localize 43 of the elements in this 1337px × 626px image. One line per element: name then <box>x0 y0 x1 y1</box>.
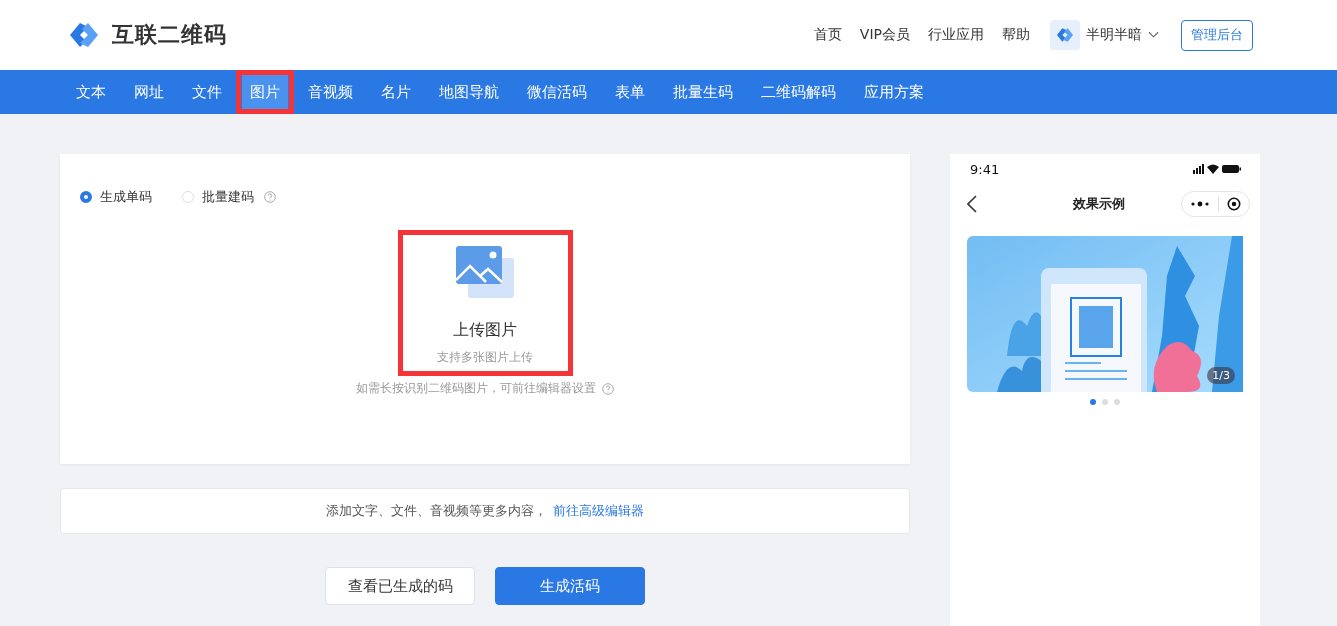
nav-tab[interactable]: 应用方案 <box>850 70 938 114</box>
more-icon <box>1190 201 1210 207</box>
help-icon[interactable] <box>264 191 276 203</box>
nav-tab[interactable]: 音视频 <box>294 70 367 114</box>
pager-dot[interactable] <box>1102 399 1108 405</box>
nav-tab[interactable]: 文件 <box>178 70 236 114</box>
user-name[interactable]: 半明半暗 <box>1086 26 1142 44</box>
nav-tab[interactable]: 网址 <box>120 70 178 114</box>
nav-tab[interactable]: 表单 <box>601 70 659 114</box>
logo-text[interactable]: 互联二维码 <box>112 20 227 50</box>
status-time: 9:41 <box>970 161 1000 177</box>
generate-button[interactable]: 生成活码 <box>495 567 645 605</box>
nav-tab[interactable]: 微信活码 <box>513 70 601 114</box>
admin-button[interactable]: 管理后台 <box>1181 19 1253 51</box>
pager-dot[interactable] <box>1114 399 1120 405</box>
help-icon[interactable] <box>602 382 614 395</box>
radio-label[interactable]: 生成单码 <box>100 188 152 206</box>
hint-text: 如需长按识别二维码图片，可前往编辑器设置 <box>356 380 596 397</box>
radio-button[interactable] <box>80 191 92 203</box>
caret-icon[interactable] <box>1148 31 1159 39</box>
nav-link[interactable]: VIP会员 <box>859 26 910 44</box>
upload-subtitle: 支持多张图片上传 <box>437 349 533 366</box>
status-icons-drawing <box>1193 164 1241 174</box>
nav-link[interactable]: 首页 <box>813 26 842 44</box>
avatar-icon[interactable] <box>1050 20 1080 50</box>
radio-label[interactable]: 批量建码 <box>202 188 254 206</box>
nav-tab[interactable]: 二维码解码 <box>747 70 850 114</box>
back-icon[interactable] <box>967 195 977 213</box>
nav-tab[interactable]: 地图导航 <box>425 70 513 114</box>
nav-link[interactable]: 帮助 <box>1002 26 1030 44</box>
nav-tab[interactable]: 名片 <box>367 70 425 114</box>
editor-link[interactable]: 前往高级编辑器 <box>553 502 644 520</box>
view-codes-button[interactable]: 查看已生成的码 <box>325 567 475 605</box>
upload-title[interactable]: 上传图片 <box>453 320 517 341</box>
pager-dot[interactable] <box>1090 399 1096 405</box>
nav-tab[interactable]: 批量生码 <box>659 70 747 114</box>
nav-tab[interactable]: 文本 <box>62 70 120 114</box>
image-icon[interactable] <box>456 246 514 300</box>
editor-text: 添加文字、文件、音视频等更多内容， <box>326 502 547 520</box>
image-counter: 1/3 <box>1207 367 1235 384</box>
target-icon <box>1227 197 1241 211</box>
preview-title: 效果示例 <box>1073 195 1125 213</box>
nav-link[interactable]: 行业应用 <box>928 26 984 44</box>
